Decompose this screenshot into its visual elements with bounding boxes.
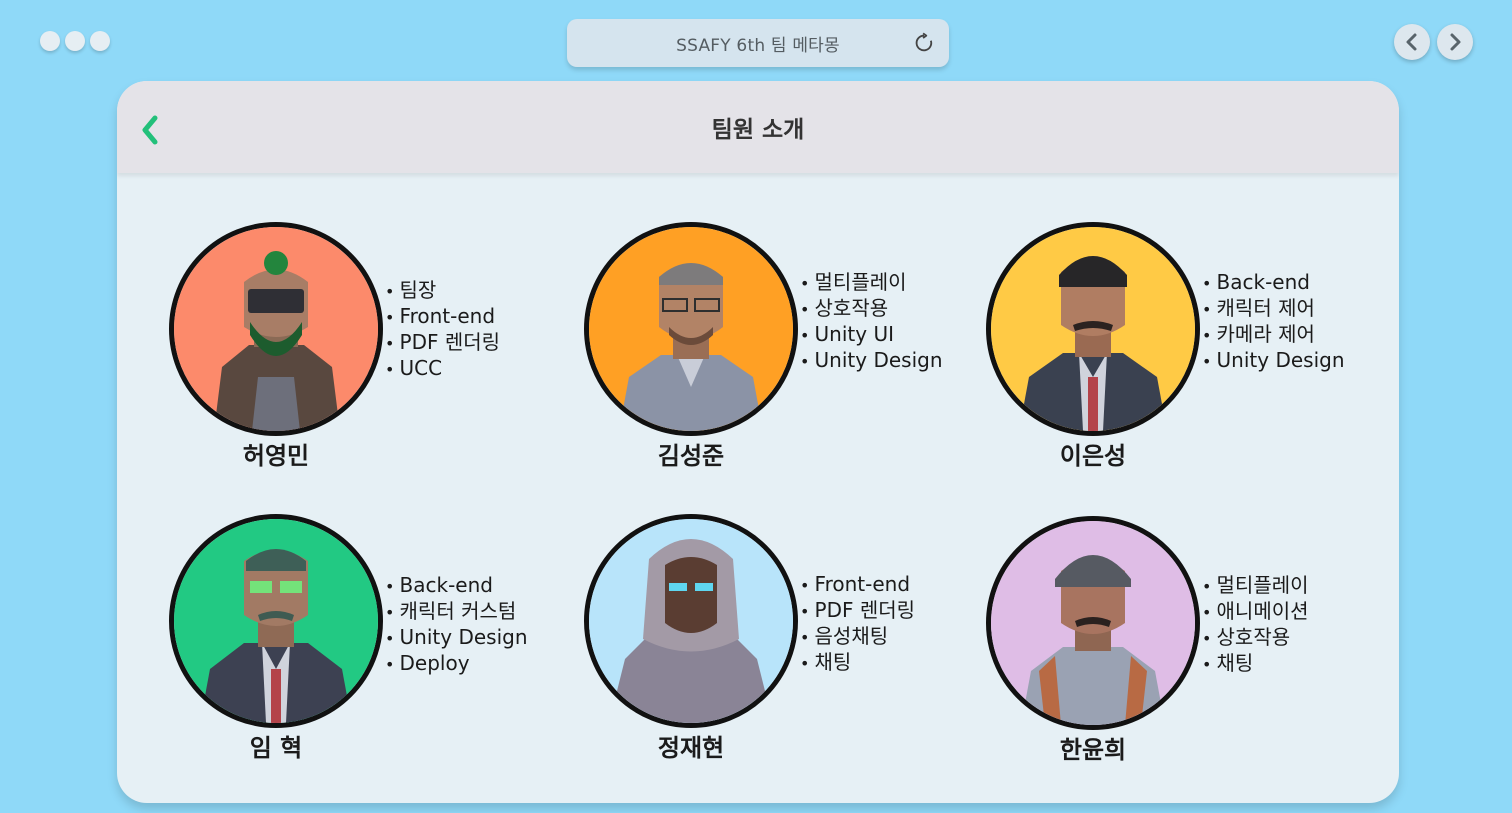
role-list: Front-end PDF 렌더링 음성채팅 채팅 <box>800 572 916 676</box>
role-item: 캐릭터 제어 <box>1202 296 1345 322</box>
role-item: Unity UI <box>800 322 943 348</box>
member-card: 김성준 멀티플레이 상호작용 Unity UI Unity Design <box>584 222 984 472</box>
member-card: 한윤희 멀티플레이 애니메이션 상호작용 채팅 <box>986 516 1386 766</box>
window-dot[interactable] <box>65 31 85 51</box>
avatar-portrait-icon <box>174 519 378 723</box>
member-card: 이은성 Back-end 캐릭터 제어 카메라 제어 Unity Design <box>986 222 1386 472</box>
reload-icon[interactable] <box>913 32 935 54</box>
role-item: Unity Design <box>800 348 943 374</box>
avatar[interactable] <box>584 222 798 436</box>
avatar[interactable] <box>169 514 383 728</box>
avatar[interactable] <box>584 514 798 728</box>
member-name: 김성준 <box>657 442 725 470</box>
avatar-portrait-icon <box>991 521 1195 725</box>
role-list: 팀장 Front-end PDF 렌더링 UCC <box>385 278 501 382</box>
role-item: 멀티플레이 <box>1202 573 1309 599</box>
role-item: PDF 렌더링 <box>800 598 916 624</box>
nav-forward-button[interactable] <box>1437 24 1473 60</box>
window-dot[interactable] <box>90 31 110 51</box>
member-card: 임 혁 Back-end 캐릭터 커스텀 Unity Design Deploy <box>169 514 569 764</box>
role-item: 팀장 <box>385 278 500 304</box>
role-list: Back-end 캐릭터 커스텀 Unity Design Deploy <box>385 573 528 677</box>
role-item: 채팅 <box>800 650 915 676</box>
role-item: 멀티플레이 <box>800 270 943 296</box>
avatar-portrait-icon <box>589 227 793 431</box>
role-item: 상호작용 <box>1202 625 1309 651</box>
page-title: 팀원 소개 <box>711 117 805 143</box>
avatar-portrait-icon <box>174 227 378 431</box>
member-name: 한윤희 <box>1059 736 1127 764</box>
nav-back-button[interactable] <box>1394 24 1430 60</box>
member-name: 이은성 <box>1059 442 1127 470</box>
member-name: 임 혁 <box>249 734 303 762</box>
role-item: UCC <box>385 356 500 382</box>
avatar[interactable] <box>986 516 1200 730</box>
avatar[interactable] <box>169 222 383 436</box>
role-item: Deploy <box>385 651 528 677</box>
role-item: Front-end <box>385 304 500 330</box>
role-item: Back-end <box>385 573 528 599</box>
role-item: 캐릭터 커스텀 <box>385 599 528 625</box>
role-list: 멀티플레이 애니메이션 상호작용 채팅 <box>1202 573 1309 677</box>
role-item: Front-end <box>800 572 915 598</box>
avatar-portrait-icon <box>589 519 793 723</box>
avatar[interactable] <box>986 222 1200 436</box>
address-bar[interactable]: SSAFY 6th 팀 메타몽 <box>567 19 949 67</box>
role-item: 채팅 <box>1202 651 1309 677</box>
member-name: 허영민 <box>242 442 310 470</box>
card-header: 팀원 소개 <box>117 81 1399 173</box>
member-card: 정재현 Front-end PDF 렌더링 음성채팅 채팅 <box>584 514 984 764</box>
back-arrow-icon[interactable] <box>137 113 163 147</box>
role-list: 멀티플레이 상호작용 Unity UI Unity Design <box>800 270 943 374</box>
role-item: PDF 렌더링 <box>385 330 501 356</box>
chevron-left-icon <box>1406 33 1417 51</box>
chevron-right-icon <box>1450 33 1461 51</box>
role-item: Unity Design <box>1202 348 1345 374</box>
window-controls <box>40 31 110 51</box>
role-list: Back-end 캐릭터 제어 카메라 제어 Unity Design <box>1202 270 1345 374</box>
role-item: 카메라 제어 <box>1202 322 1345 348</box>
role-item: Back-end <box>1202 270 1345 296</box>
role-item: 음성채팅 <box>800 624 915 650</box>
team-card: 팀원 소개 허영민 팀장 Front-end PDF 렌더링 UCC <box>117 81 1399 803</box>
role-item: 상호작용 <box>800 296 943 322</box>
member-card: 허영민 팀장 Front-end PDF 렌더링 UCC <box>169 222 569 472</box>
window-dot[interactable] <box>40 31 60 51</box>
member-name: 정재현 <box>657 734 725 762</box>
avatar-portrait-icon <box>991 227 1195 431</box>
role-item: 애니메이션 <box>1202 599 1309 625</box>
role-item: Unity Design <box>385 625 528 651</box>
address-title: SSAFY 6th 팀 메타몽 <box>676 35 840 56</box>
